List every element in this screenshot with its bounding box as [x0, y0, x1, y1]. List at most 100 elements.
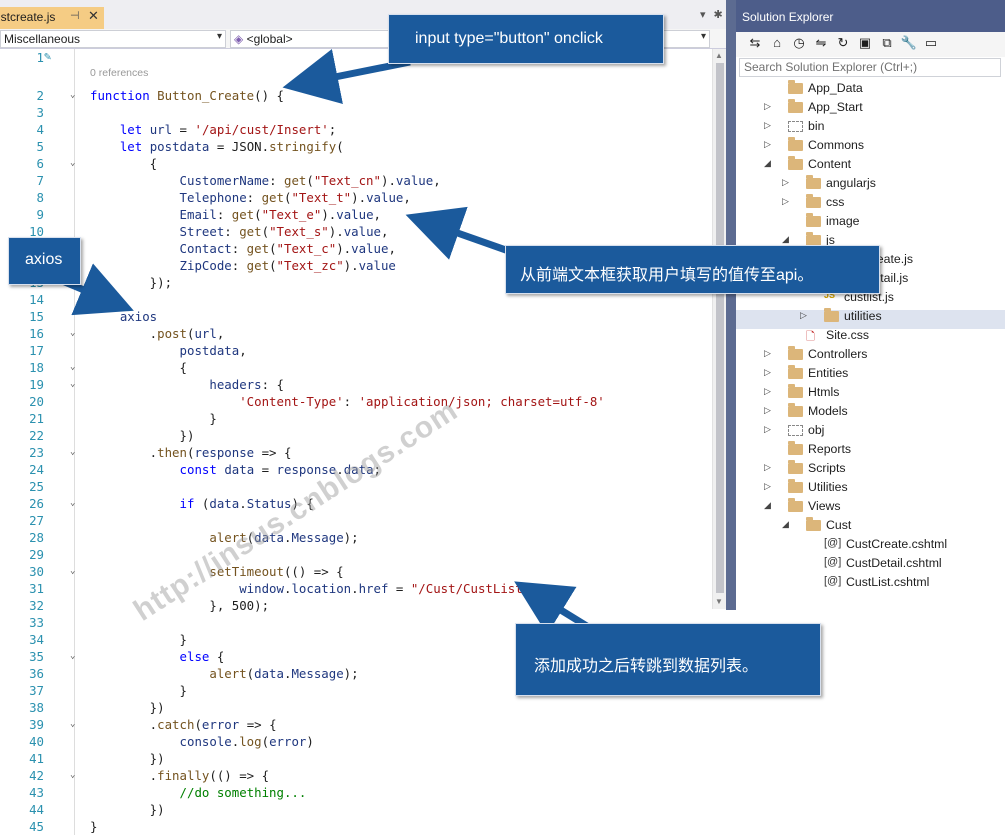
fold-toggle-icon[interactable]: ⌄	[70, 376, 75, 393]
quick-action-icon[interactable]: ✎	[44, 49, 51, 63]
code-line[interactable]: let url = '/api/cust/Insert';	[90, 121, 336, 138]
gear-icon[interactable]: ✱	[714, 9, 723, 21]
tree-item[interactable]: 🗋 Site.css	[736, 327, 1005, 346]
toolbar-icon[interactable]: ▣	[856, 35, 874, 53]
references-label[interactable]: 0 references	[90, 67, 148, 79]
tab-list-dropdown-icon[interactable]: ▾	[700, 9, 706, 21]
tree-item[interactable]: [@] CustDetail.cshtml	[736, 555, 1005, 574]
toolbar-icon[interactable]: ⇋	[812, 35, 830, 53]
vertical-scrollbar[interactable]: ▲ ▼	[712, 49, 726, 609]
code-line[interactable]: postdata,	[90, 342, 247, 359]
search-input[interactable]: Search Solution Explorer (Ctrl+;)	[739, 58, 1001, 77]
expand-icon[interactable]: ▷	[764, 348, 771, 359]
close-icon[interactable]: ✕	[88, 8, 99, 24]
expand-icon[interactable]: ▷	[764, 101, 771, 112]
collapse-icon[interactable]: ◢	[782, 234, 789, 245]
expand-icon[interactable]: ▷	[800, 310, 807, 321]
fold-toggle-icon[interactable]: ⌄	[70, 87, 75, 104]
code-line[interactable]: function Button_Create() {	[90, 87, 284, 104]
fold-toggle-icon[interactable]: ⌄	[70, 495, 75, 512]
code-line[interactable]: })	[90, 750, 165, 767]
fold-toggle-icon[interactable]: ⌄	[70, 648, 75, 665]
tree-item[interactable]: [@] CustCreate.cshtml	[736, 536, 1005, 555]
code-line[interactable]: axios	[90, 308, 157, 325]
tree-item[interactable]: ▷ Entities	[736, 365, 1005, 384]
code-line[interactable]: 'Content-Type': 'application/json; chars…	[90, 393, 605, 410]
tree-item[interactable]: ▷ angularjs	[736, 175, 1005, 194]
code-line[interactable]: })	[90, 699, 165, 716]
code-line[interactable]: .then(response => {	[90, 444, 292, 461]
code-line[interactable]: Email: get("Text_e").value,	[90, 206, 381, 223]
project-combo[interactable]: Miscellaneous ▾	[0, 30, 226, 48]
code-line[interactable]: })	[90, 427, 195, 444]
code-line[interactable]: .post(url,	[90, 325, 225, 342]
tree-item[interactable]: ▷ obj	[736, 422, 1005, 441]
expand-icon[interactable]: ▷	[764, 386, 771, 397]
tree-item[interactable]: ▷ bin	[736, 118, 1005, 137]
tree-item[interactable]: ▷ css	[736, 194, 1005, 213]
toolbar-icon[interactable]: ⇆	[746, 35, 764, 53]
collapse-icon[interactable]: ◢	[764, 158, 771, 169]
fold-toggle-icon[interactable]: ⌄	[70, 563, 75, 580]
code-line[interactable]: .finally(() => {	[90, 767, 269, 784]
expand-icon[interactable]: ▷	[764, 481, 771, 492]
code-area[interactable]: 0 references ✎ 1 2 ⌄ function Button_Create…	[0, 49, 712, 835]
code-line[interactable]: headers: {	[90, 376, 284, 393]
toolbar-icon[interactable]: ⌂	[768, 35, 786, 53]
code-line[interactable]: Telephone: get("Text_t").value,	[90, 189, 411, 206]
expand-icon[interactable]: ▷	[782, 196, 789, 207]
collapse-icon[interactable]: ◢	[764, 500, 771, 511]
tree-item[interactable]: image	[736, 213, 1005, 232]
code-line[interactable]: let postdata = JSON.stringify(	[90, 138, 344, 155]
code-line[interactable]: }	[90, 631, 187, 648]
code-line[interactable]: {	[90, 359, 187, 376]
toolbar-icon[interactable]: ▭	[922, 35, 940, 53]
code-line[interactable]: }	[90, 410, 216, 427]
code-line[interactable]: else {	[90, 648, 225, 665]
code-line[interactable]: Street: get("Text_s").value,	[90, 223, 389, 240]
tree-item[interactable]: App_Data	[736, 80, 1005, 99]
code-line[interactable]: }	[90, 682, 187, 699]
expand-icon[interactable]: ▷	[764, 462, 771, 473]
expand-icon[interactable]: ▷	[764, 424, 771, 435]
expand-icon[interactable]: ▷	[764, 120, 771, 131]
tree-item[interactable]: ▷ Utilities	[736, 479, 1005, 498]
fold-toggle-icon[interactable]: ⌄	[70, 325, 75, 342]
code-line[interactable]: console.log(error)	[90, 733, 314, 750]
tree-item[interactable]: ▷ Htmls	[736, 384, 1005, 403]
expand-icon[interactable]: ▷	[764, 367, 771, 378]
code-line[interactable]: CustomerName: get("Text_cn").value,	[90, 172, 441, 189]
tree-item[interactable]: ◢ Content	[736, 156, 1005, 175]
fold-toggle-icon[interactable]: ⌄	[70, 155, 75, 172]
code-line[interactable]: Contact: get("Text_c").value,	[90, 240, 396, 257]
code-line[interactable]: alert(data.Message);	[90, 665, 358, 682]
code-line[interactable]: })	[90, 801, 165, 818]
tree-item[interactable]: ▷ App_Start	[736, 99, 1005, 118]
scroll-down-icon[interactable]: ▼	[715, 597, 723, 606]
fold-toggle-icon[interactable]: ⌄	[70, 767, 75, 784]
expand-icon[interactable]: ▷	[782, 177, 789, 188]
fold-toggle-icon[interactable]: ⌄	[70, 359, 75, 376]
expand-icon[interactable]: ▷	[764, 405, 771, 416]
tree-item[interactable]: ▷ Models	[736, 403, 1005, 422]
expand-icon[interactable]: ▷	[764, 139, 771, 150]
code-line[interactable]: .catch(error => {	[90, 716, 277, 733]
document-tab[interactable]: ustcreate.js ⊣ ✕	[0, 7, 104, 29]
fold-toggle-icon[interactable]: ⌄	[70, 444, 75, 461]
tree-item[interactable]: ◢ Cust	[736, 517, 1005, 536]
scroll-up-icon[interactable]: ▲	[715, 51, 723, 60]
tree-item[interactable]: ◢ Views	[736, 498, 1005, 517]
code-line[interactable]: ZipCode: get("Text_zc").value	[90, 257, 396, 274]
scrollbar-thumb[interactable]	[716, 63, 724, 593]
collapse-icon[interactable]: ◢	[782, 519, 789, 530]
tree-item[interactable]: ▷ Commons	[736, 137, 1005, 156]
fold-toggle-icon[interactable]: ⌄	[70, 716, 75, 733]
pin-icon[interactable]: ⊣	[70, 9, 80, 22]
toolbar-icon[interactable]: ◷	[790, 35, 808, 53]
code-line[interactable]: //do something...	[90, 784, 307, 801]
code-line[interactable]: {	[90, 155, 157, 172]
code-line[interactable]: });	[90, 274, 172, 291]
toolbar-icon[interactable]: 🔧	[900, 35, 918, 53]
tree-item[interactable]: ▷ Controllers	[736, 346, 1005, 365]
tree-item[interactable]: ▷ Scripts	[736, 460, 1005, 479]
